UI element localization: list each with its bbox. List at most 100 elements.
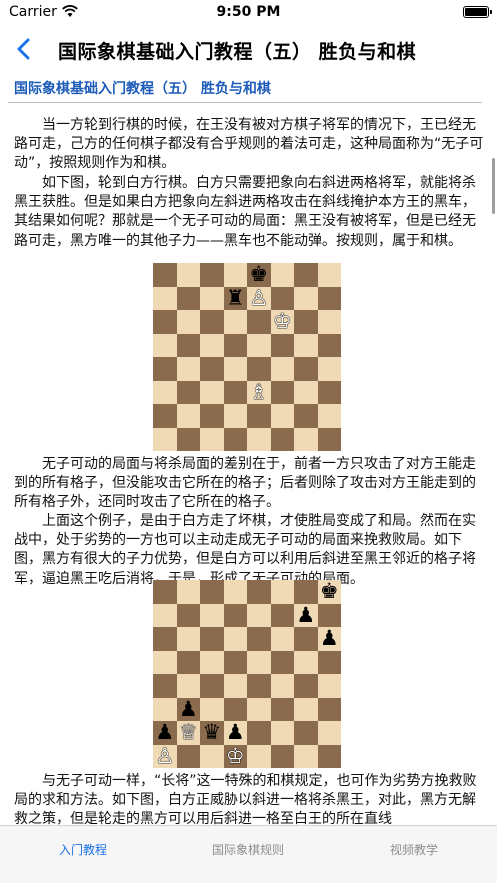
- article-content[interactable]: 国际象棋基础入门教程（五） 胜负与和棋 当一方轮到行棋的时候，在王没有被对方棋子…: [0, 72, 497, 825]
- board-square: ♚: [247, 263, 271, 287]
- chess-piece-icon: ♜: [225, 285, 245, 310]
- board-square: [200, 427, 224, 451]
- board-square: [294, 427, 318, 451]
- paragraph-1: 当一方轮到行棋的时候，在王没有被对方棋子将军的情况下，王已经无路可走，己方的任何…: [14, 117, 484, 172]
- board-square: [153, 404, 177, 428]
- board-square: [294, 697, 318, 721]
- board-square: [223, 627, 247, 651]
- board-square: [247, 697, 271, 721]
- board-square: [317, 333, 341, 357]
- board-square: [153, 286, 177, 310]
- board-square: [176, 744, 200, 768]
- board-square: [270, 263, 294, 287]
- board-square: [247, 310, 271, 334]
- chess-piece-icon: ♙: [249, 285, 269, 310]
- board-square: [223, 580, 247, 604]
- board-square: [294, 357, 318, 381]
- board-square: [270, 650, 294, 674]
- board-square: [247, 404, 271, 428]
- board-square: [317, 286, 341, 310]
- chess-piece-icon: ♔: [272, 309, 292, 334]
- board-square: [223, 380, 247, 404]
- board-square: [176, 286, 200, 310]
- chess-piece-icon: ♟: [155, 720, 175, 745]
- board-square: [294, 333, 318, 357]
- chevron-left-icon: [17, 38, 30, 60]
- board-square: [270, 286, 294, 310]
- board-square: [247, 721, 271, 745]
- board-square: [270, 697, 294, 721]
- board-square: ♔: [223, 744, 247, 768]
- board-square: [200, 744, 224, 768]
- board-square: [294, 721, 318, 745]
- chess-diagram-1: ♚ ♜ ♙ ♔ ♗: [153, 263, 341, 451]
- board-square: [200, 404, 224, 428]
- board-square: [317, 357, 341, 381]
- board-square: ♟: [294, 602, 318, 627]
- board-square: [247, 333, 271, 357]
- back-button[interactable]: [10, 34, 40, 64]
- board-square: [247, 357, 271, 381]
- board-square: [294, 263, 318, 287]
- board-square: [176, 603, 200, 627]
- board-square: [200, 603, 224, 627]
- board-square: ♙: [247, 285, 271, 310]
- board-square: [270, 674, 294, 698]
- board-square: [223, 263, 247, 287]
- board-square: [223, 427, 247, 451]
- board-square: [223, 404, 247, 428]
- board-square: [247, 603, 271, 627]
- chess-piece-icon: ♕: [178, 720, 198, 745]
- tab-tutorial[interactable]: 入门教程: [3, 841, 163, 858]
- board-square: [317, 263, 341, 287]
- board-square: [247, 650, 271, 674]
- chess-diagram-2: ♚ ♟ ♟ ♟ ♟ ♕ ♛ ♟ ♙ ♔: [153, 580, 341, 768]
- board-square: [317, 404, 341, 428]
- page-title: 国际象棋基础入门教程（五） 胜负与和棋: [58, 41, 417, 63]
- board-square: [270, 333, 294, 357]
- paragraph-2: 如下图，轮到白方行棋。白方只需要把象向右斜进两格将军，就能将杀黑王获胜。但是如果…: [14, 175, 476, 249]
- board-square: ♟: [153, 721, 177, 745]
- board-square: [223, 697, 247, 721]
- board-square: [294, 286, 318, 310]
- board-square: [223, 357, 247, 381]
- board-square: [270, 744, 294, 768]
- board-square: [270, 721, 294, 745]
- chess-piece-icon: ♚: [319, 579, 339, 604]
- board-square: [317, 674, 341, 698]
- board-square: [153, 333, 177, 357]
- chess-piece-icon: ♟: [319, 626, 339, 651]
- board-square: [270, 580, 294, 604]
- board-square: [200, 697, 224, 721]
- board-square: [294, 650, 318, 674]
- board-square: [153, 357, 177, 381]
- board-square: [294, 580, 318, 604]
- board-square: [317, 380, 341, 404]
- board-square: [317, 721, 341, 745]
- board-square: [176, 404, 200, 428]
- battery-icon: [463, 6, 492, 18]
- board-square: [270, 404, 294, 428]
- scrollbar[interactable]: [492, 158, 495, 214]
- board-square: [294, 627, 318, 651]
- board-square: [176, 627, 200, 651]
- board-square: [317, 310, 341, 334]
- board-square: [294, 744, 318, 768]
- board-square: [317, 650, 341, 674]
- chess-piece-icon: ♟: [296, 602, 316, 627]
- board-square: [176, 380, 200, 404]
- board-square: [176, 674, 200, 698]
- board-square: [200, 333, 224, 357]
- board-square: [200, 263, 224, 287]
- paragraph-5: 与无子可动一样，“长将”这一特殊的和棋规定，也可作为劣势方挽救败局的求和方法。如…: [14, 773, 477, 825]
- board-square: [176, 310, 200, 334]
- board-square: [270, 627, 294, 651]
- board-square: [317, 427, 341, 451]
- board-square: [247, 427, 271, 451]
- tab-chess-rules[interactable]: 国际象棋规则: [168, 841, 328, 858]
- tab-video-lessons[interactable]: 视频教学: [334, 841, 494, 858]
- board-square: [200, 286, 224, 310]
- board-square: [270, 603, 294, 627]
- board-square: ♟: [176, 697, 200, 721]
- board-square: ♕: [176, 720, 200, 745]
